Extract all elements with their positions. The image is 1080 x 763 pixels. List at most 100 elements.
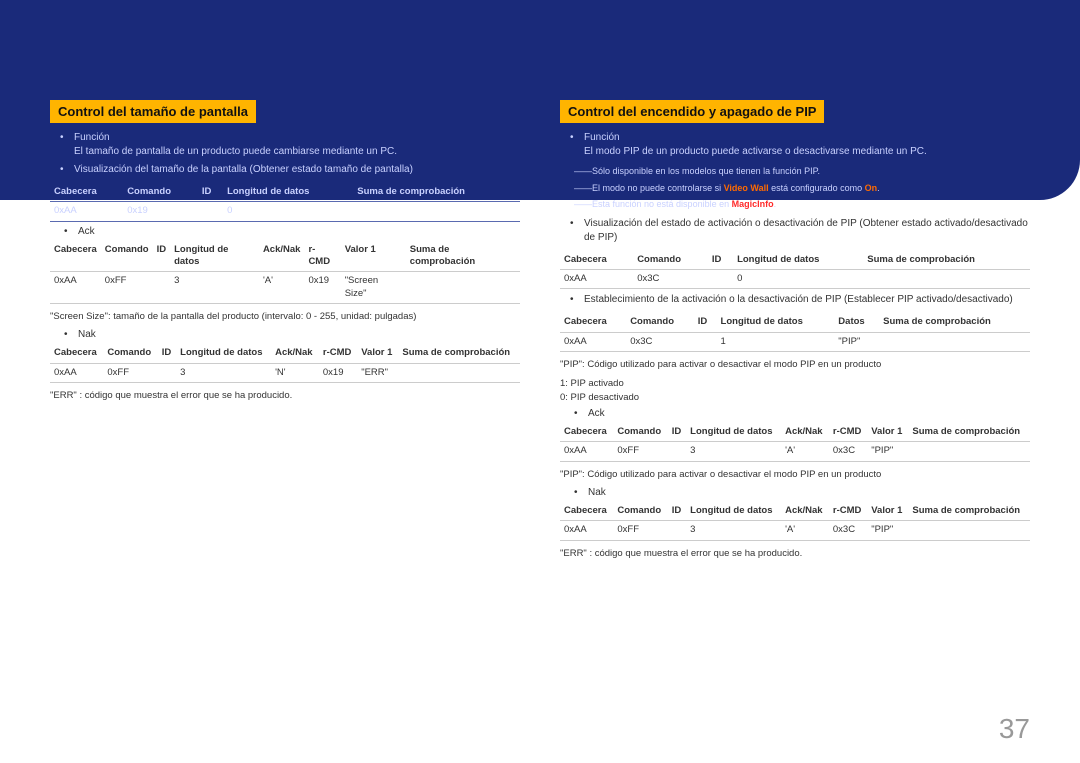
note2c: . <box>877 183 880 193</box>
td: 0x19 <box>304 272 340 304</box>
td: 0xAA <box>560 332 626 351</box>
td: "PIP" <box>867 521 908 540</box>
left-title: Control del tamaño de pantalla <box>50 100 256 123</box>
th: Suma de comprobación <box>406 241 520 272</box>
th: ID <box>158 344 176 363</box>
left-column: Control del tamaño de pantalla Función E… <box>50 100 520 566</box>
td: 0 <box>223 202 353 221</box>
th: ID <box>668 423 686 442</box>
th: Suma de comprobación <box>863 251 1030 270</box>
td: 0xFF <box>613 442 667 461</box>
right-nak-label: Nak <box>578 487 1030 498</box>
td <box>668 521 686 540</box>
th: Cabecera <box>560 502 613 521</box>
td <box>158 363 176 382</box>
note2-videowall: Video Wall <box>724 183 769 193</box>
th: r-CMD <box>829 423 867 442</box>
th: Suma de comprobación <box>879 313 1030 332</box>
th: Cabecera <box>560 313 626 332</box>
td <box>694 332 717 351</box>
th: Cabecera <box>50 241 101 272</box>
td: 3 <box>686 521 781 540</box>
th: ID <box>668 502 686 521</box>
td: "PIP" <box>867 442 908 461</box>
td: "ERR" <box>357 363 398 382</box>
th: Cabecera <box>50 183 123 202</box>
left-screensize-desc: "Screen Size": tamaño de la pantalla del… <box>50 310 520 323</box>
left-nak-list: Nak <box>50 329 520 340</box>
td <box>708 270 733 289</box>
td: 0xAA <box>50 363 103 382</box>
td: 0xAA <box>560 442 613 461</box>
td <box>353 202 520 221</box>
note2a: ――El modo no puede controlarse si <box>574 183 724 193</box>
right-func-list: Función El modo PIP de un producto puede… <box>560 131 1030 159</box>
th: Comando <box>633 251 708 270</box>
th: Datos <box>834 313 879 332</box>
th: Suma de comprobación <box>908 423 1030 442</box>
td: "Screen Size" <box>341 272 406 304</box>
th: r-CMD <box>319 344 357 363</box>
th: Longitud de datos <box>717 313 835 332</box>
th: r-CMD <box>304 241 340 272</box>
th: ID <box>694 313 717 332</box>
right-ack-list: Ack <box>560 408 1030 419</box>
page-number: 37 <box>999 713 1030 745</box>
td <box>198 202 223 221</box>
right-nak-list: Nak <box>560 487 1030 498</box>
left-func-label: Función <box>74 132 110 143</box>
td: 0xFF <box>613 521 667 540</box>
th: Valor 1 <box>341 241 406 272</box>
right-blue-area: Función El modo PIP de un producto puede… <box>560 131 1030 211</box>
left-func-item: Función El tamaño de pantalla de un prod… <box>64 131 520 159</box>
td: 0x3C <box>626 332 694 351</box>
td: 0xFF <box>101 272 153 304</box>
right-set-item: Establecimiento de la activación o la de… <box>574 293 1030 307</box>
left-err-desc: "ERR" : código que muestra el error que … <box>50 389 520 402</box>
td: 0xAA <box>50 202 123 221</box>
right-set-list: Establecimiento de la activación o la de… <box>560 293 1030 307</box>
td <box>908 442 1030 461</box>
th: Ack/Nak <box>271 344 319 363</box>
left-ack-label: Ack <box>68 226 520 237</box>
td: 'A' <box>781 442 829 461</box>
td <box>668 442 686 461</box>
th: Cabecera <box>560 423 613 442</box>
th: Comando <box>101 241 153 272</box>
right-err-desc: "ERR" : código que muestra el error que … <box>560 547 1030 560</box>
td: 1 <box>717 332 835 351</box>
left-ack-list: Ack <box>50 226 520 237</box>
th: Comando <box>613 502 667 521</box>
th: Valor 1 <box>867 423 908 442</box>
th: ID <box>153 241 171 272</box>
td: 0 <box>733 270 863 289</box>
left-view-label: Visualización del tamaño de la pantalla … <box>74 164 413 175</box>
page-content: Control del tamaño de pantalla Función E… <box>0 0 1080 586</box>
left-func-list: Función El tamaño de pantalla de un prod… <box>50 131 520 177</box>
left-table-2: Cabecera Comando ID Longitud de datos Ac… <box>50 241 520 304</box>
note3a: ――Esta función no está disponible en <box>574 199 732 209</box>
td: 0x3C <box>829 442 867 461</box>
right-view-list: Visualización del estado de activación o… <box>560 217 1030 245</box>
td: 0x19 <box>319 363 357 382</box>
right-table-2: Cabecera Comando ID Longitud de datos Da… <box>560 313 1030 352</box>
right-note-3: ――Esta función no está disponible en Mag… <box>574 198 1030 211</box>
th: Comando <box>613 423 667 442</box>
td: "PIP" <box>834 332 879 351</box>
right-func-desc: El modo PIP de un producto puede activar… <box>584 146 927 157</box>
th: ID <box>708 251 733 270</box>
th: Ack/Nak <box>259 241 305 272</box>
td: 0xAA <box>560 521 613 540</box>
right-ack-label: Ack <box>578 408 1030 419</box>
right-func-label: Función <box>584 132 620 143</box>
left-table-1: Cabecera Comando ID Longitud de datos Su… <box>50 183 520 222</box>
left-view-item: Visualización del tamaño de la pantalla … <box>64 163 520 177</box>
th: Longitud de datos <box>176 344 271 363</box>
left-blue-area: Función El tamaño de pantalla de un prod… <box>50 131 520 222</box>
note3b: . <box>774 199 777 209</box>
th: Longitud de datos <box>733 251 863 270</box>
td <box>879 332 1030 351</box>
note2-on: On <box>865 183 878 193</box>
note2b: está configurado como <box>769 183 865 193</box>
right-pip-off: 0: PIP desactivado <box>560 391 1030 404</box>
